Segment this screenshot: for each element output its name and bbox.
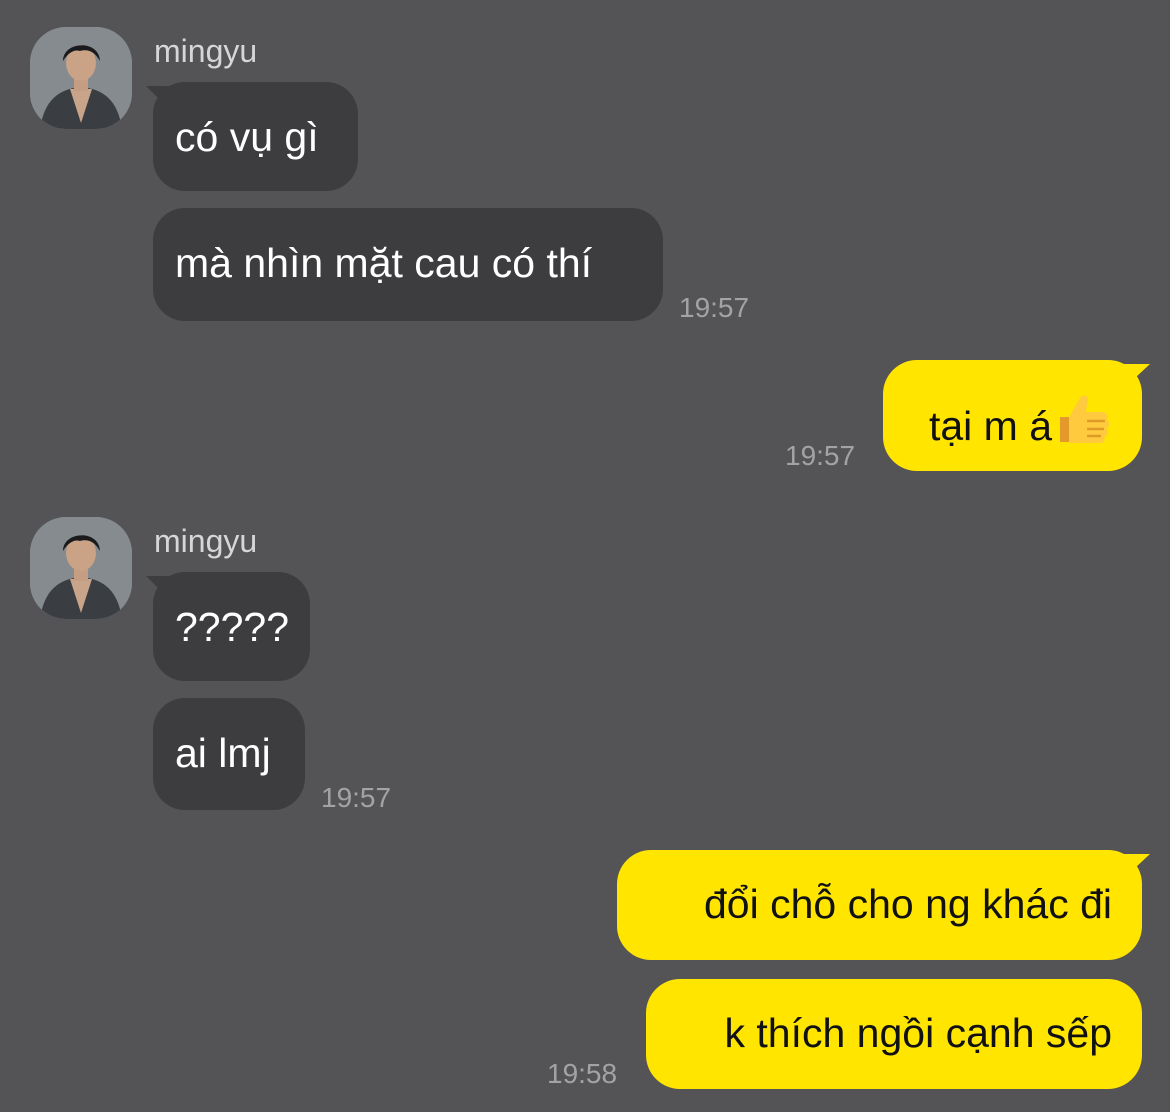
message-text: tại m á [928,403,1052,449]
message-timestamp: 19:57 [321,782,392,813]
avatar[interactable] [30,27,132,129]
sender-name: mingyu [154,523,258,559]
message-bubble[interactable]: ai lmj [153,698,305,810]
message-bubble[interactable]: k thích ngồi cạnh sếp [646,979,1142,1089]
sender-name: mingyu [154,33,258,69]
thumbs-up-icon [1054,390,1112,458]
profile-photo-icon [30,517,132,619]
avatar[interactable] [30,517,132,619]
message-bubble[interactable]: tại m á [883,360,1142,471]
message-timestamp: 19:57 [785,440,856,471]
profile-photo-icon [30,27,132,129]
message-timestamp: 19:58 [547,1058,618,1089]
message-bubble[interactable]: mà nhìn mặt cau có thí [153,208,663,321]
message-bubble[interactable]: đổi chỗ cho ng khác đi [617,850,1142,960]
message-bubble[interactable]: ????? [153,572,310,681]
message-bubble[interactable]: có vụ gì [153,82,358,191]
message-timestamp: 19:57 [679,292,750,323]
